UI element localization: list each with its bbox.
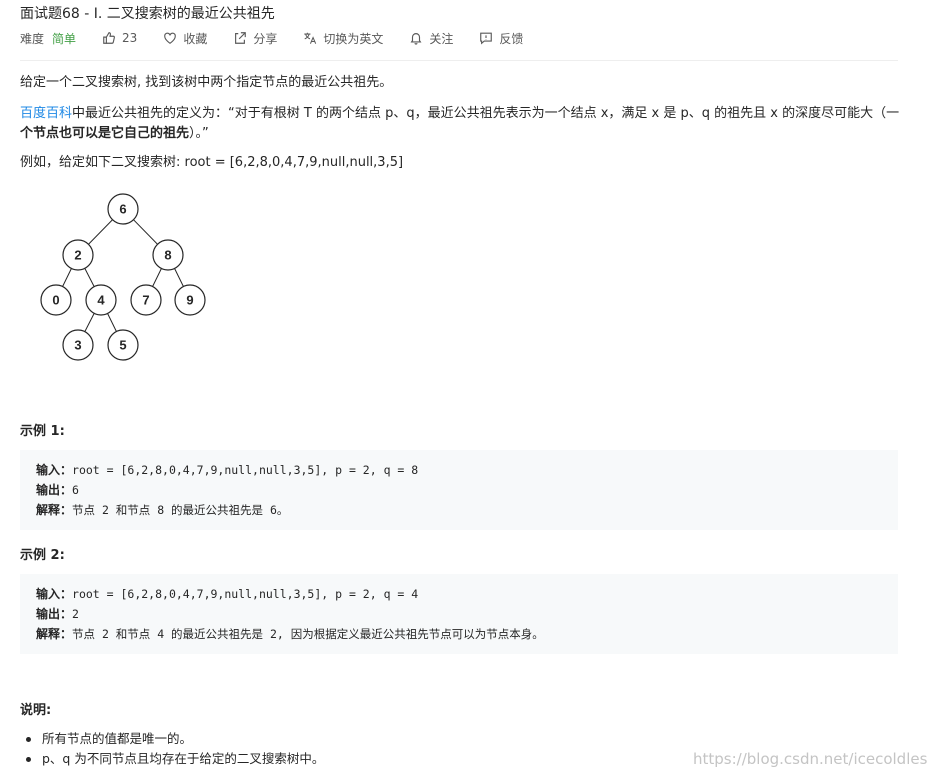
notes-list: 所有节点的值都是唯一的。 p、q 为不同节点且均存在于给定的二叉搜索树中。 (25, 729, 324, 769)
header-divider (20, 60, 898, 61)
watermark: https://blog.csdn.net/icecoldless (693, 750, 927, 768)
example-2-codebox: 输入：root = [6,2,8,0,4,7,9,null,null,3,5],… (20, 574, 898, 654)
definition-text: 中最近公共祖先的定义为：“对于有根树 T 的两个结点 p、q，最近公共祖先表示为… (72, 106, 900, 121)
binary-search-tree-diagram: 6 2 8 0 4 7 9 3 5 (40, 193, 206, 361)
tree-node-label: 3 (74, 338, 81, 353)
feedback-label: 反馈 (499, 31, 524, 46)
problem-meta-bar: 难度 简单 23 收藏 分享 切换为英文 关注 反馈 (20, 29, 549, 47)
share-label: 分享 (253, 31, 278, 46)
thumbs-up-icon (102, 31, 116, 45)
definition-line-1: 百度百科中最近公共祖先的定义为：“对于有根树 T 的两个结点 p、q，最近公共祖… (20, 104, 899, 124)
example-2-output: 输出：2 (36, 605, 79, 622)
definition-end: ）。” (189, 126, 209, 141)
definition-bold: 个节点也可以是它自己的祖先 (20, 126, 190, 141)
problem-intro: 给定一个二叉搜索树, 找到该树中两个指定节点的最近公共祖先。 (20, 75, 393, 90)
example-1-codebox: 输入：root = [6,2,8,0,4,7,9,null,null,3,5],… (20, 450, 898, 530)
input-label: 输入： (36, 587, 73, 601)
explanation-label: 解释： (36, 503, 73, 517)
example-1-input: 输入：root = [6,2,8,0,4,7,9,null,null,3,5],… (36, 461, 418, 478)
list-item: p、q 为不同节点且均存在于给定的二叉搜索树中。 (25, 749, 324, 769)
tree-node-label: 0 (52, 293, 59, 308)
tree-node-label: 9 (186, 293, 193, 308)
output-label: 输出： (36, 483, 73, 497)
switch-language-button[interactable]: 切换为英文 (303, 30, 383, 47)
difficulty-value: 简单 (52, 31, 77, 46)
tree-node-label: 5 (119, 338, 126, 353)
tree-node-label: 6 (119, 202, 126, 217)
definition-line-2: 个节点也可以是它自己的祖先）。” (20, 124, 209, 144)
feedback-button[interactable]: 反馈 (479, 30, 523, 47)
follow-button[interactable]: 关注 (409, 30, 453, 47)
example-intro: 例如，给定如下二叉搜索树: root = [6,2,8,0,4,7,9,null… (20, 155, 404, 170)
tree-node-label: 4 (97, 293, 105, 308)
explanation-value: 节点 2 和节点 8 的最近公共祖先是 6。 (72, 503, 289, 517)
favorite-label: 收藏 (183, 31, 208, 46)
translate-icon (303, 31, 317, 45)
share-button[interactable]: 分享 (233, 30, 277, 47)
list-item: 所有节点的值都是唯一的。 (25, 729, 324, 749)
example-2-input: 输入：root = [6,2,8,0,4,7,9,null,null,3,5],… (36, 585, 418, 602)
like-count: 23 (122, 31, 138, 45)
output-value: 2 (72, 607, 79, 621)
example-1-heading: 示例 1: (20, 424, 65, 439)
difficulty-label: 难度 (20, 31, 45, 46)
baidu-baike-link[interactable]: 百度百科 (20, 106, 72, 121)
tree-node-label: 8 (164, 248, 171, 263)
example-1-explanation: 解释：节点 2 和节点 8 的最近公共祖先是 6。 (36, 501, 288, 518)
example-2-heading: 示例 2: (20, 548, 65, 563)
tree-node-label: 7 (142, 293, 149, 308)
tree-node-label: 2 (74, 248, 81, 263)
explanation-label: 解释： (36, 627, 73, 641)
difficulty: 难度 简单 (20, 30, 76, 47)
like-button[interactable]: 23 (102, 31, 137, 45)
input-value: root = [6,2,8,0,4,7,9,null,null,3,5], p … (72, 587, 419, 601)
share-icon (233, 31, 247, 45)
page-title: 面试题68 - I. 二叉搜索树的最近公共祖先 (20, 6, 275, 22)
switch-language-label: 切换为英文 (323, 31, 384, 46)
output-label: 输出： (36, 607, 73, 621)
example-1-output: 输出：6 (36, 481, 79, 498)
output-value: 6 (72, 483, 79, 497)
follow-label: 关注 (429, 31, 454, 46)
feedback-icon (479, 31, 493, 45)
notes-heading: 说明: (20, 703, 52, 718)
explanation-value: 节点 2 和节点 4 的最近公共祖先是 2, 因为根据定义最近公共祖先节点可以为… (72, 627, 544, 641)
input-value: root = [6,2,8,0,4,7,9,null,null,3,5], p … (72, 463, 419, 477)
heart-icon (163, 31, 177, 45)
input-label: 输入： (36, 463, 73, 477)
favorite-button[interactable]: 收藏 (163, 30, 207, 47)
example-2-explanation: 解释：节点 2 和节点 4 的最近公共祖先是 2, 因为根据定义最近公共祖先节点… (36, 625, 544, 642)
bell-icon (409, 31, 423, 45)
